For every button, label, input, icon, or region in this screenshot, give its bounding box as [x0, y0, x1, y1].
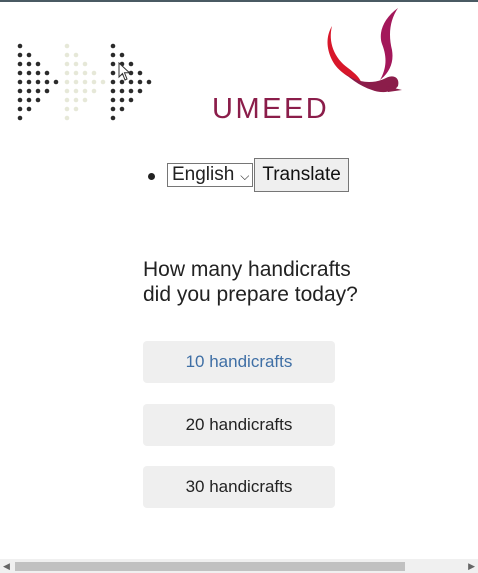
option-10-handicrafts[interactable]: 10 handicrafts: [143, 341, 335, 383]
dotted-arrows-logo: [17, 43, 152, 121]
top-border: [0, 0, 478, 2]
scrollbar-thumb[interactable]: [15, 562, 405, 571]
list-bullet: [148, 172, 155, 180]
mouse-cursor-icon: [118, 62, 131, 81]
scroll-left-icon[interactable]: ◀: [3, 561, 10, 572]
translate-button[interactable]: Translate: [254, 158, 349, 192]
option-30-handicrafts[interactable]: 30 handicrafts: [143, 466, 335, 508]
chevron-down-icon: ⌵: [240, 169, 250, 183]
brand-name: UMEED: [212, 93, 330, 125]
option-20-handicrafts[interactable]: 20 handicrafts: [143, 404, 335, 446]
horizontal-scrollbar[interactable]: ◀ ▶: [0, 559, 478, 573]
language-select[interactable]: English ⌵: [167, 163, 254, 187]
language-select-value: English: [172, 164, 235, 185]
language-selector-row: English ⌵ Translate: [148, 158, 349, 192]
scroll-right-icon[interactable]: ▶: [468, 561, 475, 572]
question-text: How many handicrafts did you prepare tod…: [143, 258, 358, 306]
